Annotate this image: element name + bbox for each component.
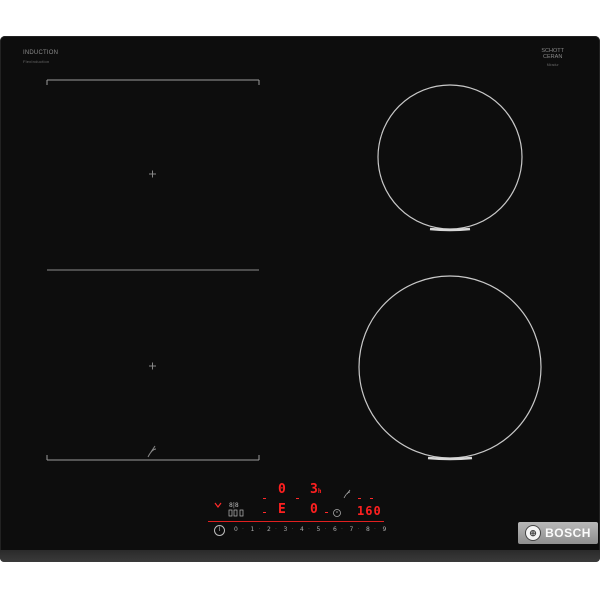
pan-size-label: 8|8 — [229, 502, 239, 509]
timer-icon[interactable] — [333, 509, 341, 517]
slider-level-5[interactable]: 5 — [317, 526, 321, 533]
slider-level-2[interactable]: 2 — [267, 526, 271, 533]
zone-front-right-marker — [427, 456, 473, 461]
schott-sub-label: Miradur — [546, 63, 559, 67]
slider-dot: · — [324, 526, 327, 533]
pan-symbol-icon — [147, 445, 157, 458]
flex-zone-rear-crosshair-icon — [149, 170, 156, 178]
slider-level-1[interactable]: 1 — [251, 526, 255, 533]
zone-rear-right-level: 3 — [310, 482, 318, 497]
slider-level-9[interactable]: 9 — [383, 526, 387, 533]
flex-zone-front[interactable] — [46, 362, 260, 461]
schott-ceran-brand: SCHOTT CERAN Miradur — [541, 48, 564, 68]
slider-level-3[interactable]: 3 — [284, 526, 288, 533]
zone-front-left-level-display: E — [278, 502, 286, 517]
slider-dot: · — [374, 526, 376, 533]
zone-front-right[interactable] — [358, 275, 542, 461]
slider-level-6[interactable]: 6 — [333, 526, 337, 533]
slider-dot: · — [258, 526, 261, 533]
cooktop-surface: INDUCTION FlexInduction SCHOTT CERAN Mir… — [0, 36, 600, 562]
induction-brand-label: INDUCTION FlexInduction — [23, 50, 58, 64]
power-icon: I — [218, 527, 221, 533]
slider-dot: · — [275, 526, 277, 533]
zone-rear-right-suffix: h — [317, 488, 322, 495]
induction-label: INDUCTION — [23, 50, 59, 56]
temperature-display: 160 — [357, 504, 382, 518]
slider-dot: · — [242, 526, 244, 533]
induction-sub-label: FlexInduction — [23, 59, 50, 64]
zone-rear-right-level-display: 3h — [310, 482, 321, 497]
slider-level-7[interactable]: 7 — [350, 526, 354, 533]
bosch-logo-icon: ⊕ — [525, 525, 542, 541]
power-button[interactable]: I — [214, 525, 225, 536]
slider-level-0[interactable]: 0 — [234, 526, 238, 533]
slider-dot: · — [291, 526, 294, 533]
flex-bridge-icon[interactable] — [214, 502, 222, 508]
zone-selector-markers[interactable] — [228, 509, 244, 517]
flex-zone-front-crosshair-icon — [149, 362, 156, 370]
zone-rear-left-level-display: 0 — [278, 482, 286, 497]
slider-dot: · — [341, 526, 343, 533]
flex-zone-rear[interactable] — [46, 79, 260, 178]
zone-rear-right-marker — [429, 227, 471, 232]
slider-level-4[interactable]: 4 — [300, 526, 304, 533]
zone-front-right-level-display: 0 — [310, 502, 318, 517]
cooking-sensor-icon[interactable] — [343, 489, 351, 499]
cooking-zones-layer — [46, 79, 542, 517]
slider-dot: · — [357, 526, 360, 533]
slider-track[interactable] — [208, 521, 384, 522]
bosch-badge: ⊕ BOSCH — [518, 522, 598, 544]
slider-dot: · — [308, 526, 310, 533]
bosch-label: BOSCH — [545, 526, 591, 540]
zone-rear-right[interactable] — [377, 84, 523, 232]
slider-level-8[interactable]: 8 — [366, 526, 370, 533]
ceran-label: CERAN — [543, 54, 563, 60]
hob-frame-edge — [0, 550, 600, 562]
